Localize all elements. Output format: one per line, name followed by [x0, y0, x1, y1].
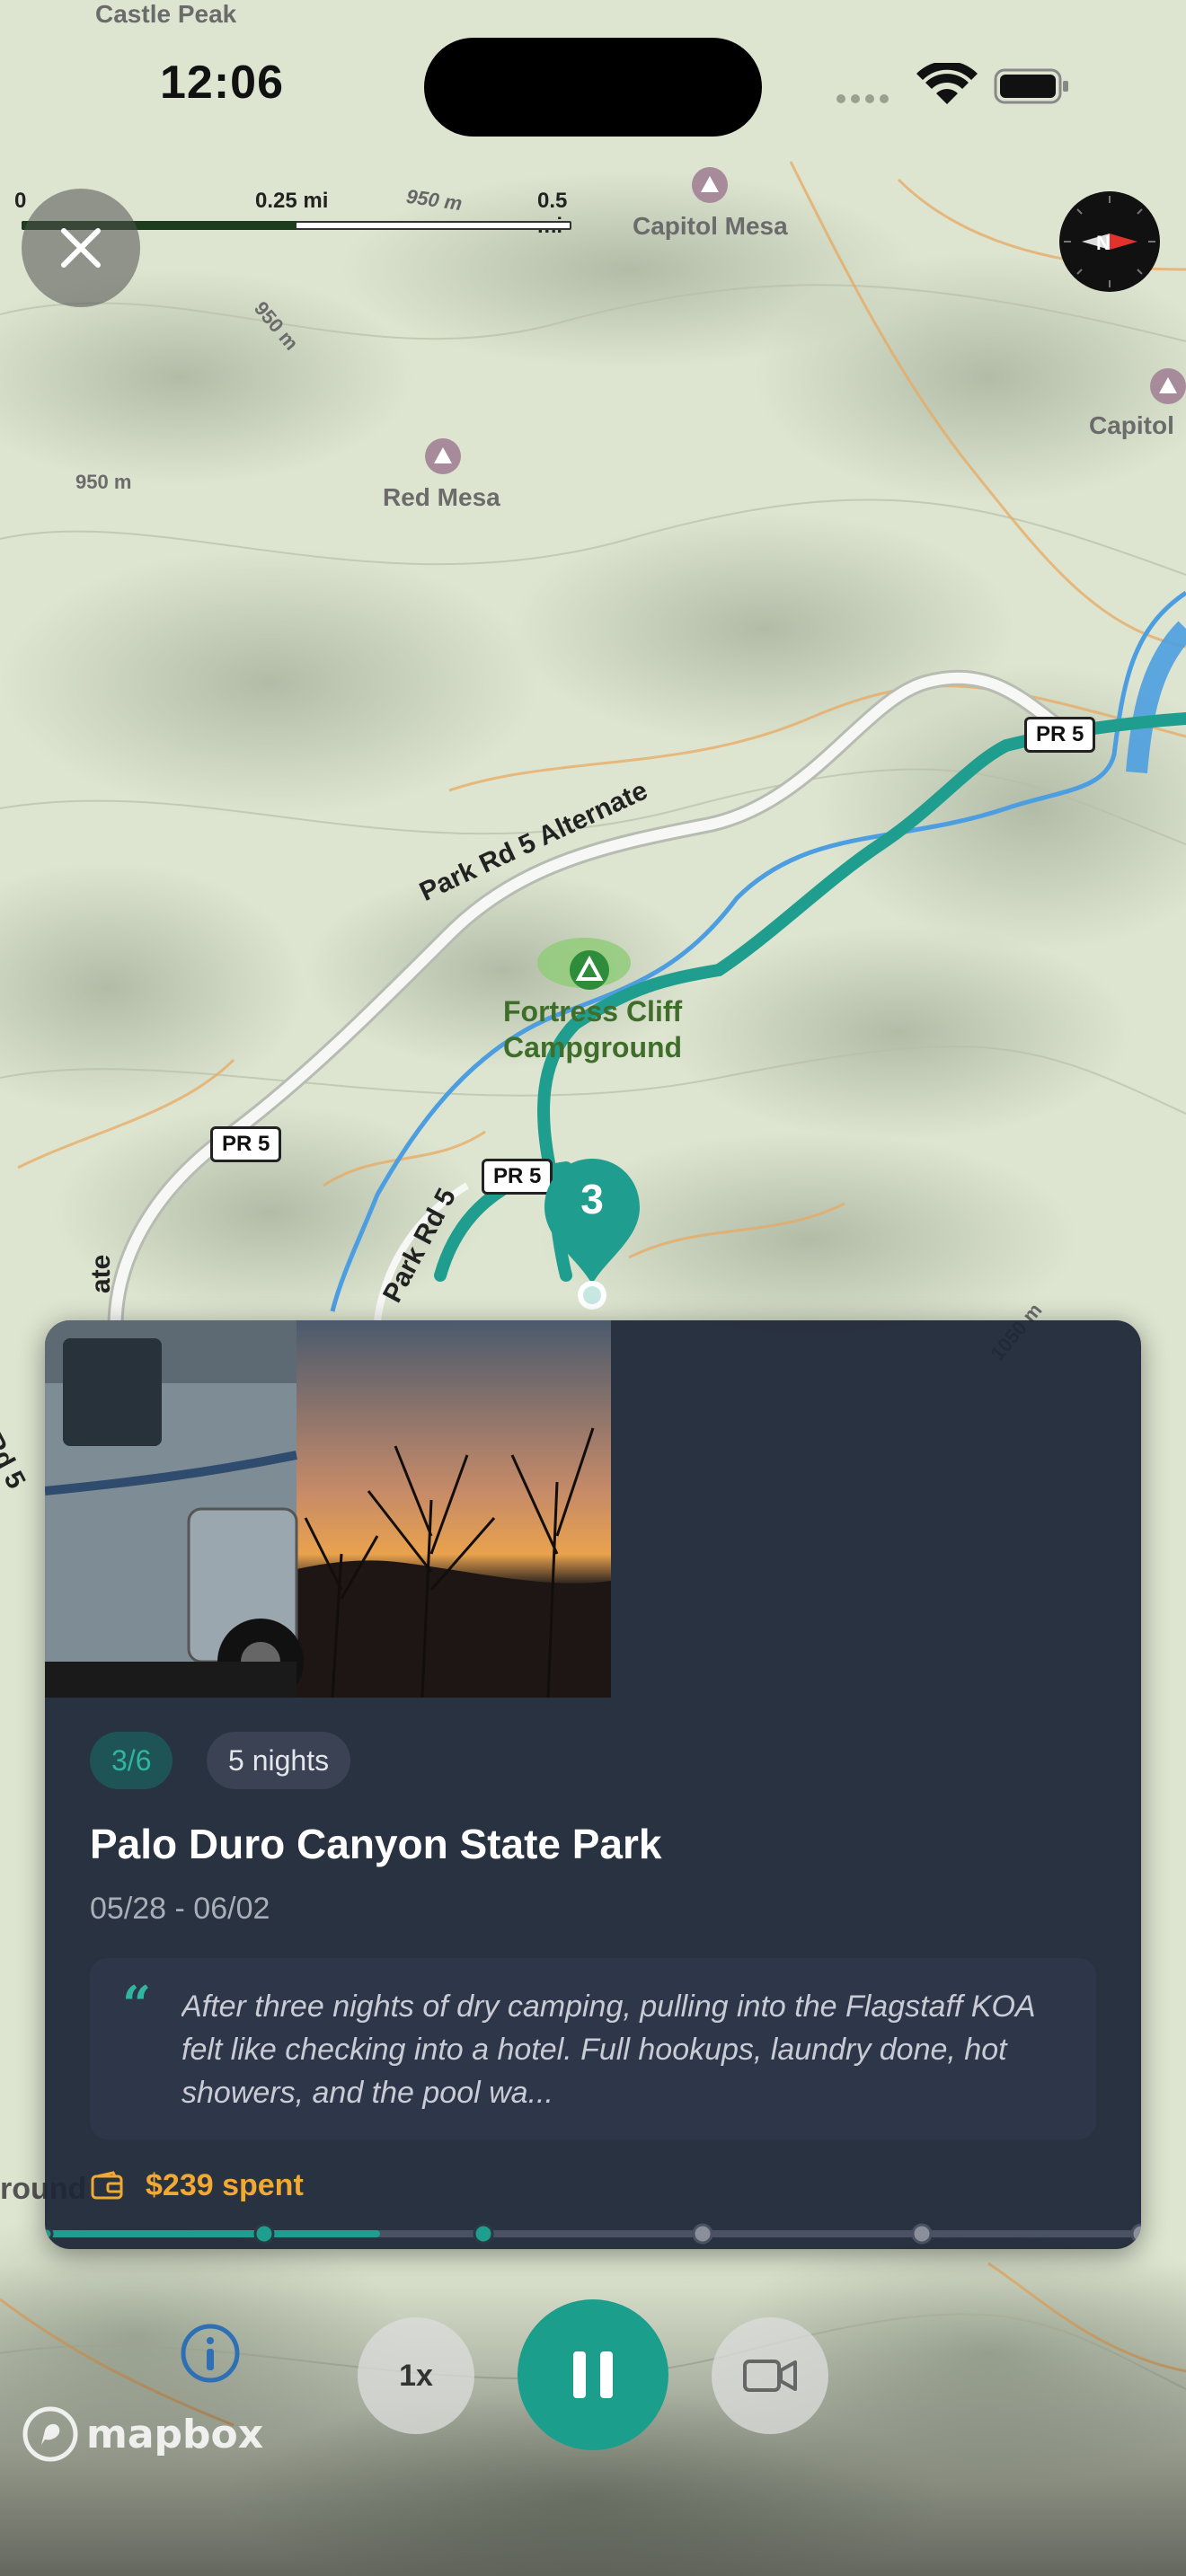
quote-text: After three nights of dry camping, pulli…: [181, 1989, 1035, 2110]
progress-chip: 3/6: [90, 1732, 173, 1789]
campground-icon: [570, 950, 609, 990]
stop-title: Palo Duro Canyon State Park: [90, 1821, 662, 1867]
cellular-icon: [836, 94, 889, 103]
compass-icon: N: [1059, 191, 1160, 292]
stop-marker[interactable]: 3: [543, 1159, 642, 1311]
map-label-campground-name: Fortress Cliff: [503, 995, 683, 1028]
trip-timeline[interactable]: [45, 2220, 1141, 2247]
close-icon: [61, 228, 101, 268]
road-shield: PR 5: [210, 1126, 282, 1162]
timeline-stop[interactable]: [45, 2227, 54, 2241]
spent-row: $239 spent: [90, 2168, 304, 2203]
peak-icon: [1150, 368, 1186, 404]
timeline-stop[interactable]: [692, 2223, 713, 2245]
nights-chip: 5 nights: [207, 1732, 351, 1789]
timeline-stop[interactable]: [473, 2223, 494, 2245]
battery-icon: [994, 68, 1068, 104]
timeline-stop[interactable]: [911, 2223, 933, 2245]
map-label-capitol-mesa: Capitol Mesa: [633, 212, 788, 240]
close-button[interactable]: [22, 189, 140, 307]
status-time: 12:06: [160, 57, 284, 109]
stop-marker-number: 3: [580, 1176, 604, 1222]
peak-icon: [425, 438, 461, 474]
map-label-campground-type: Campground: [503, 1031, 683, 1063]
timeline-stop[interactable]: [253, 2223, 275, 2245]
wifi-icon: [916, 60, 978, 104]
stop-card[interactable]: 3/6 5 nights Palo Duro Canyon State Park…: [45, 1320, 1141, 2249]
journal-quote[interactable]: “ After three nights of dry camping, pul…: [90, 1958, 1096, 2139]
record-video-button[interactable]: [712, 2317, 828, 2434]
elevation-label: 950 m: [75, 471, 132, 493]
video-camera-icon: [743, 2360, 797, 2392]
scale-label: 0.25 mi: [255, 189, 329, 213]
quote-icon: “: [122, 1975, 152, 2034]
status-icons: [836, 60, 1078, 108]
map-label-castle-peak: Castle Peak: [95, 0, 237, 28]
compass-button[interactable]: N: [1058, 190, 1161, 293]
pause-icon: [573, 2351, 613, 2398]
info-button[interactable]: [176, 2319, 244, 2387]
scale-label: 0: [14, 189, 27, 213]
scale-label: 0.5 mi: [537, 189, 568, 238]
road-label-edge: ate: [86, 1254, 116, 1293]
timeline-stop[interactable]: [1130, 2223, 1141, 2245]
playback-speed-button[interactable]: 1x: [358, 2317, 474, 2434]
wallet-icon: [91, 2170, 123, 2199]
road-shield: PR 5: [1024, 717, 1096, 753]
mapbox-wordmark: mapbox: [86, 2411, 264, 2457]
svg-text:N: N: [1096, 232, 1111, 254]
spent-amount: $239 spent: [146, 2168, 304, 2202]
map-label-capitol: Capitol: [1089, 411, 1174, 439]
mapbox-logo-icon: [22, 2406, 78, 2462]
peak-icon: [692, 167, 728, 203]
info-icon: [181, 2324, 240, 2383]
stop-photo: [45, 1320, 611, 1698]
map-label-red-mesa: Red Mesa: [383, 483, 500, 511]
dynamic-island: [424, 38, 762, 137]
mapbox-attribution[interactable]: mapbox: [22, 2405, 263, 2463]
scale-label: 950 m: [404, 184, 464, 216]
stop-dates: 05/28 - 06/02: [90, 1892, 270, 1926]
pause-button[interactable]: [518, 2299, 668, 2450]
